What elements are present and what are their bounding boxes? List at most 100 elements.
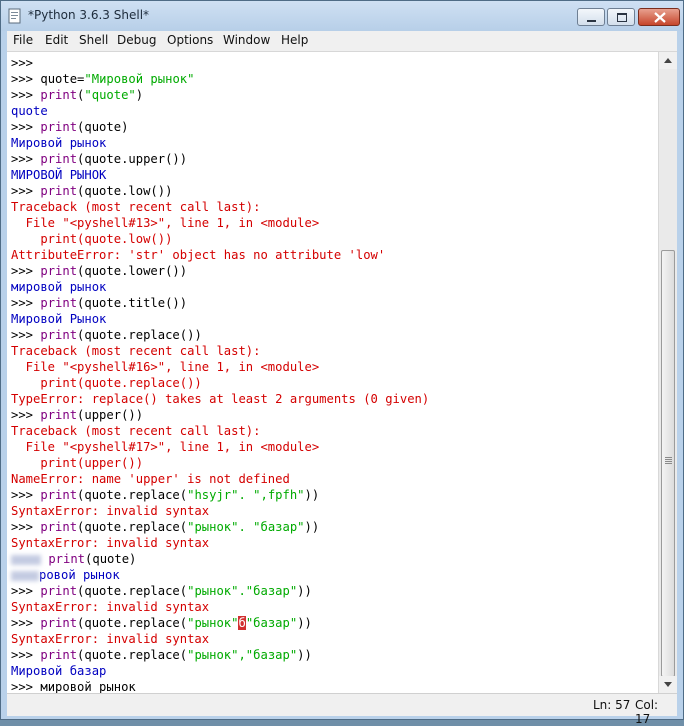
- code-token: print(quote.low()): [11, 232, 173, 246]
- code-token: TypeError: replace() takes at least 2 ar…: [11, 392, 430, 406]
- code-token: Traceback (most recent call last):: [11, 344, 261, 358]
- menu-debug[interactable]: Debug: [117, 33, 156, 47]
- shell-line: print(quote): [11, 551, 136, 567]
- shell-line: print(quote.low()): [11, 231, 172, 247]
- close-button[interactable]: [638, 8, 680, 26]
- code-token: >>>: [11, 56, 34, 70]
- code-token: print: [40, 616, 78, 630]
- code-token: >>>: [11, 152, 41, 166]
- code-token: ровой рынок: [39, 568, 120, 582]
- text-cursor: б: [238, 616, 246, 630]
- code-token: >>>: [11, 328, 41, 342]
- scroll-down-button[interactable]: [659, 676, 677, 693]
- code-token: Мировой Рынок: [11, 312, 107, 326]
- shell-line: мировой рынок: [11, 279, 106, 295]
- code-token: >>>: [11, 296, 41, 310]
- code-token: print: [40, 120, 78, 134]
- app-document-icon: [8, 8, 21, 24]
- code-token: print: [40, 296, 78, 310]
- shell-line: >>> quote="Мировой рынок": [11, 71, 194, 87]
- shell-line: >>> print(quote.lower()): [11, 263, 187, 279]
- shell-line: >>> print(quote.replace("рынок"б"базар")…: [11, 615, 312, 631]
- menu-help[interactable]: Help: [281, 33, 308, 47]
- shell-line: >>> print(quote.replace()): [11, 327, 202, 343]
- code-token: print: [40, 488, 78, 502]
- shell-line: ровой рынок: [11, 567, 120, 583]
- shell-line: Traceback (most recent call last):: [11, 423, 260, 439]
- shell-line: File "<pyshell#16>", line 1, in <module>: [11, 359, 320, 375]
- menu-file[interactable]: File: [13, 33, 33, 47]
- code-token: >>>: [11, 488, 41, 502]
- code-token: (quote.title()): [77, 296, 188, 310]
- code-token: (quote.lower()): [77, 264, 188, 278]
- idle-shell-window: *Python 3.6.3 Shell* File Edit Shell Deb…: [0, 0, 684, 726]
- shell-line: SyntaxError: invalid syntax: [11, 599, 209, 615]
- close-icon: [654, 12, 666, 23]
- code-token: print: [40, 264, 78, 278]
- redacted-text: [11, 570, 39, 581]
- maximize-button[interactable]: [607, 8, 635, 26]
- code-token: >>>: [11, 184, 41, 198]
- title-bar[interactable]: *Python 3.6.3 Shell*: [1, 1, 683, 31]
- code-token: SyntaxError: invalid syntax: [11, 632, 210, 646]
- code-token: (upper()): [77, 408, 144, 422]
- minimize-button[interactable]: [577, 8, 605, 26]
- code-token: print(upper()): [11, 456, 144, 470]
- code-token: >>>: [11, 680, 41, 693]
- shell-line: Мировой Рынок: [11, 311, 106, 327]
- code-token: >>>: [11, 120, 41, 134]
- code-token: >>>: [11, 408, 41, 422]
- code-token: print: [40, 328, 78, 342]
- shell-line: SyntaxError: invalid syntax: [11, 631, 209, 647]
- minimize-icon: [587, 20, 596, 22]
- code-token: (quote.replace(: [77, 584, 188, 598]
- code-token: >>>: [11, 520, 41, 534]
- code-token: print: [40, 184, 78, 198]
- menu-options[interactable]: Options: [167, 33, 213, 47]
- code-token: print: [41, 552, 86, 566]
- code-token: SyntaxError: invalid syntax: [11, 600, 210, 614]
- scroll-up-button[interactable]: [659, 52, 677, 69]
- shell-line: >>> print(upper()): [11, 407, 143, 423]
- code-token: (quote): [85, 552, 137, 566]
- thumb-grip-line: [665, 461, 672, 462]
- code-token: )): [304, 520, 320, 534]
- code-token: )): [297, 648, 312, 662]
- code-token: "рынок"."базар": [187, 584, 298, 598]
- scrollbar-thumb[interactable]: [661, 250, 675, 677]
- menu-window[interactable]: Window: [223, 33, 270, 47]
- column-number-status: Col: 17: [635, 698, 659, 726]
- code-token: File "<pyshell#16>", line 1, in <module>: [11, 360, 320, 374]
- code-token: мировой рынок: [40, 680, 136, 693]
- shell-line: TypeError: replace() takes at least 2 ar…: [11, 391, 429, 407]
- shell-line: >>> print(quote.low()): [11, 183, 172, 199]
- code-token: "базар": [245, 616, 298, 630]
- shell-line: Traceback (most recent call last):: [11, 199, 260, 215]
- code-token: print(quote.replace()): [11, 376, 202, 390]
- shell-line: >>> print(quote.upper()): [11, 151, 187, 167]
- arrow-up-icon: [664, 58, 672, 63]
- shell-line: Traceback (most recent call last):: [11, 343, 260, 359]
- shell-line: >>> мировой рынок: [11, 679, 136, 693]
- shell-line: >>> print(quote.replace("рынок","базар")…: [11, 647, 312, 663]
- code-token: "рынок","базар": [187, 648, 298, 662]
- shell-line: >>> print(quote.replace("рынок". "базар"…: [11, 519, 319, 535]
- menu-shell[interactable]: Shell: [79, 33, 108, 47]
- code-token: SyntaxError: invalid syntax: [11, 536, 210, 550]
- menu-edit[interactable]: Edit: [45, 33, 68, 47]
- shell-line: AttributeError: 'str' object has no attr…: [11, 247, 385, 263]
- code-token: (quote.replace(: [77, 648, 188, 662]
- code-token: "Мировой рынок": [84, 72, 195, 86]
- shell-line: SyntaxError: invalid syntax: [11, 503, 209, 519]
- code-token: (quote.upper()): [77, 152, 188, 166]
- shell-line: File "<pyshell#17>", line 1, in <module>: [11, 439, 320, 455]
- code-token: (quote.replace(: [77, 488, 188, 502]
- vertical-scrollbar[interactable]: [658, 52, 677, 693]
- code-token: >>>: [11, 264, 41, 278]
- shell-text-area[interactable]: >>> >>> quote="Мировой рынок" >>> print("q…: [7, 52, 658, 693]
- code-token: )): [304, 488, 320, 502]
- code-token: "quote": [84, 88, 136, 102]
- code-token: >>>: [11, 584, 41, 598]
- code-token: ): [135, 88, 144, 102]
- code-token: File "<pyshell#17>", line 1, in <module>: [11, 440, 320, 454]
